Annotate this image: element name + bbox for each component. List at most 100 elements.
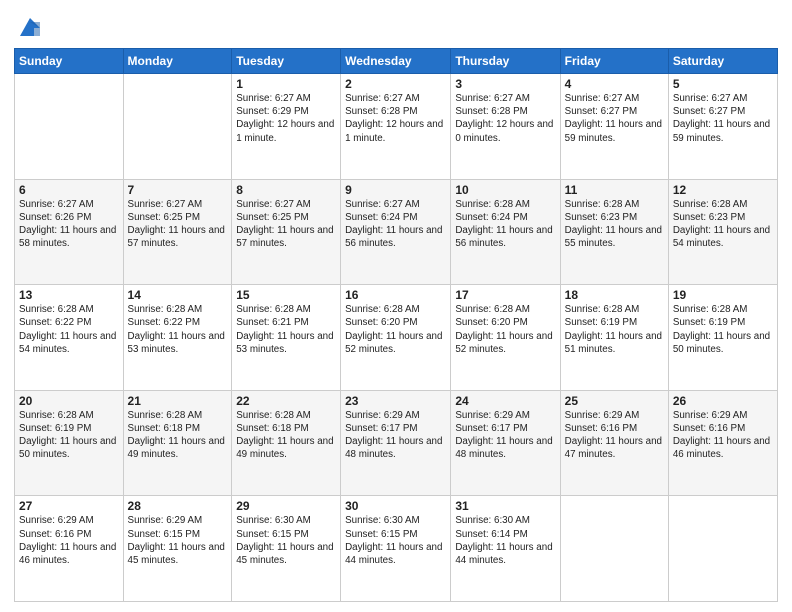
page: SundayMondayTuesdayWednesdayThursdayFrid… (0, 0, 792, 612)
day-info: Sunrise: 6:28 AMSunset: 6:20 PMDaylight:… (455, 303, 555, 356)
day-number: 15 (236, 288, 336, 302)
day-info: Sunrise: 6:27 AMSunset: 6:27 PMDaylight:… (673, 92, 773, 145)
day-number: 24 (455, 394, 555, 408)
day-info: Sunrise: 6:30 AMSunset: 6:15 PMDaylight:… (236, 514, 336, 567)
day-number: 18 (565, 288, 664, 302)
calendar-row-1: 6Sunrise: 6:27 AMSunset: 6:26 PMDaylight… (15, 179, 778, 285)
calendar-cell: 31Sunrise: 6:30 AMSunset: 6:14 PMDayligh… (451, 496, 560, 602)
calendar-cell: 1Sunrise: 6:27 AMSunset: 6:29 PMDaylight… (232, 74, 341, 180)
day-number: 8 (236, 183, 336, 197)
day-number: 5 (673, 77, 773, 91)
day-number: 4 (565, 77, 664, 91)
calendar-cell (668, 496, 777, 602)
calendar-cell (123, 74, 232, 180)
day-info: Sunrise: 6:27 AMSunset: 6:27 PMDaylight:… (565, 92, 664, 145)
calendar-table: SundayMondayTuesdayWednesdayThursdayFrid… (14, 48, 778, 602)
day-number: 21 (128, 394, 228, 408)
day-number: 7 (128, 183, 228, 197)
day-info: Sunrise: 6:29 AMSunset: 6:17 PMDaylight:… (345, 409, 446, 462)
weekday-sunday: Sunday (15, 49, 124, 74)
calendar-cell: 14Sunrise: 6:28 AMSunset: 6:22 PMDayligh… (123, 285, 232, 391)
calendar-cell: 22Sunrise: 6:28 AMSunset: 6:18 PMDayligh… (232, 390, 341, 496)
day-info: Sunrise: 6:29 AMSunset: 6:16 PMDaylight:… (19, 514, 119, 567)
day-number: 28 (128, 499, 228, 513)
day-info: Sunrise: 6:28 AMSunset: 6:23 PMDaylight:… (565, 198, 664, 251)
day-number: 29 (236, 499, 336, 513)
weekday-monday: Monday (123, 49, 232, 74)
day-number: 22 (236, 394, 336, 408)
calendar-cell: 20Sunrise: 6:28 AMSunset: 6:19 PMDayligh… (15, 390, 124, 496)
day-info: Sunrise: 6:27 AMSunset: 6:24 PMDaylight:… (345, 198, 446, 251)
calendar-cell: 26Sunrise: 6:29 AMSunset: 6:16 PMDayligh… (668, 390, 777, 496)
day-info: Sunrise: 6:27 AMSunset: 6:25 PMDaylight:… (128, 198, 228, 251)
logo (14, 14, 44, 42)
day-info: Sunrise: 6:28 AMSunset: 6:19 PMDaylight:… (19, 409, 119, 462)
weekday-tuesday: Tuesday (232, 49, 341, 74)
calendar-cell: 21Sunrise: 6:28 AMSunset: 6:18 PMDayligh… (123, 390, 232, 496)
calendar-row-0: 1Sunrise: 6:27 AMSunset: 6:29 PMDaylight… (15, 74, 778, 180)
day-info: Sunrise: 6:29 AMSunset: 6:15 PMDaylight:… (128, 514, 228, 567)
day-info: Sunrise: 6:28 AMSunset: 6:21 PMDaylight:… (236, 303, 336, 356)
day-info: Sunrise: 6:28 AMSunset: 6:20 PMDaylight:… (345, 303, 446, 356)
calendar-row-2: 13Sunrise: 6:28 AMSunset: 6:22 PMDayligh… (15, 285, 778, 391)
calendar-cell: 19Sunrise: 6:28 AMSunset: 6:19 PMDayligh… (668, 285, 777, 391)
day-info: Sunrise: 6:28 AMSunset: 6:24 PMDaylight:… (455, 198, 555, 251)
calendar-cell: 9Sunrise: 6:27 AMSunset: 6:24 PMDaylight… (341, 179, 451, 285)
calendar-row-3: 20Sunrise: 6:28 AMSunset: 6:19 PMDayligh… (15, 390, 778, 496)
day-info: Sunrise: 6:29 AMSunset: 6:16 PMDaylight:… (673, 409, 773, 462)
day-number: 25 (565, 394, 664, 408)
day-info: Sunrise: 6:27 AMSunset: 6:25 PMDaylight:… (236, 198, 336, 251)
day-number: 1 (236, 77, 336, 91)
day-info: Sunrise: 6:27 AMSunset: 6:26 PMDaylight:… (19, 198, 119, 251)
day-number: 2 (345, 77, 446, 91)
calendar-cell: 17Sunrise: 6:28 AMSunset: 6:20 PMDayligh… (451, 285, 560, 391)
day-number: 6 (19, 183, 119, 197)
calendar-row-4: 27Sunrise: 6:29 AMSunset: 6:16 PMDayligh… (15, 496, 778, 602)
calendar-cell: 11Sunrise: 6:28 AMSunset: 6:23 PMDayligh… (560, 179, 668, 285)
day-number: 17 (455, 288, 555, 302)
header (14, 10, 778, 42)
day-info: Sunrise: 6:28 AMSunset: 6:23 PMDaylight:… (673, 198, 773, 251)
day-number: 19 (673, 288, 773, 302)
day-info: Sunrise: 6:30 AMSunset: 6:15 PMDaylight:… (345, 514, 446, 567)
day-info: Sunrise: 6:29 AMSunset: 6:17 PMDaylight:… (455, 409, 555, 462)
calendar-cell: 10Sunrise: 6:28 AMSunset: 6:24 PMDayligh… (451, 179, 560, 285)
calendar-cell: 7Sunrise: 6:27 AMSunset: 6:25 PMDaylight… (123, 179, 232, 285)
calendar-cell (560, 496, 668, 602)
weekday-thursday: Thursday (451, 49, 560, 74)
day-number: 30 (345, 499, 446, 513)
calendar-cell: 18Sunrise: 6:28 AMSunset: 6:19 PMDayligh… (560, 285, 668, 391)
weekday-wednesday: Wednesday (341, 49, 451, 74)
day-info: Sunrise: 6:28 AMSunset: 6:22 PMDaylight:… (19, 303, 119, 356)
day-number: 16 (345, 288, 446, 302)
calendar-cell: 5Sunrise: 6:27 AMSunset: 6:27 PMDaylight… (668, 74, 777, 180)
day-info: Sunrise: 6:27 AMSunset: 6:28 PMDaylight:… (455, 92, 555, 145)
calendar-cell: 27Sunrise: 6:29 AMSunset: 6:16 PMDayligh… (15, 496, 124, 602)
day-number: 23 (345, 394, 446, 408)
day-info: Sunrise: 6:29 AMSunset: 6:16 PMDaylight:… (565, 409, 664, 462)
calendar-cell (15, 74, 124, 180)
calendar-cell: 6Sunrise: 6:27 AMSunset: 6:26 PMDaylight… (15, 179, 124, 285)
weekday-saturday: Saturday (668, 49, 777, 74)
calendar-cell: 12Sunrise: 6:28 AMSunset: 6:23 PMDayligh… (668, 179, 777, 285)
day-number: 13 (19, 288, 119, 302)
day-number: 20 (19, 394, 119, 408)
calendar-cell: 16Sunrise: 6:28 AMSunset: 6:20 PMDayligh… (341, 285, 451, 391)
day-number: 10 (455, 183, 555, 197)
day-info: Sunrise: 6:28 AMSunset: 6:22 PMDaylight:… (128, 303, 228, 356)
calendar-cell: 2Sunrise: 6:27 AMSunset: 6:28 PMDaylight… (341, 74, 451, 180)
day-info: Sunrise: 6:28 AMSunset: 6:18 PMDaylight:… (236, 409, 336, 462)
calendar-cell: 4Sunrise: 6:27 AMSunset: 6:27 PMDaylight… (560, 74, 668, 180)
calendar-cell: 13Sunrise: 6:28 AMSunset: 6:22 PMDayligh… (15, 285, 124, 391)
day-number: 27 (19, 499, 119, 513)
day-number: 26 (673, 394, 773, 408)
day-number: 31 (455, 499, 555, 513)
day-number: 9 (345, 183, 446, 197)
calendar-cell: 24Sunrise: 6:29 AMSunset: 6:17 PMDayligh… (451, 390, 560, 496)
day-info: Sunrise: 6:30 AMSunset: 6:14 PMDaylight:… (455, 514, 555, 567)
calendar-cell: 30Sunrise: 6:30 AMSunset: 6:15 PMDayligh… (341, 496, 451, 602)
calendar-cell: 8Sunrise: 6:27 AMSunset: 6:25 PMDaylight… (232, 179, 341, 285)
day-info: Sunrise: 6:27 AMSunset: 6:29 PMDaylight:… (236, 92, 336, 145)
day-number: 11 (565, 183, 664, 197)
calendar-cell: 25Sunrise: 6:29 AMSunset: 6:16 PMDayligh… (560, 390, 668, 496)
